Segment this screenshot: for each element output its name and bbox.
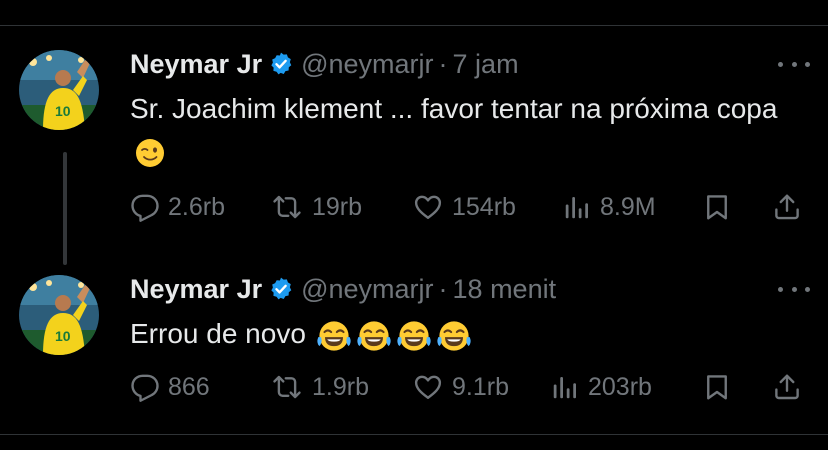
- avatar[interactable]: [19, 50, 99, 130]
- like-count: 9.1rb: [452, 372, 509, 401]
- like-icon: [412, 372, 444, 402]
- handle[interactable]: @neymarjr: [301, 49, 433, 80]
- tears-of-joy-emoji: [396, 318, 432, 354]
- tweet-header: Neymar Jr @neymarjr · 7 jam: [130, 46, 519, 82]
- bookmark-icon: [702, 192, 732, 222]
- verified-badge-icon[interactable]: [268, 51, 294, 77]
- like-button[interactable]: 9.1rb: [412, 370, 509, 404]
- views-icon: [562, 192, 592, 222]
- display-name[interactable]: Neymar Jr: [130, 274, 262, 305]
- tears-of-joy-emoji: [316, 318, 352, 354]
- like-button[interactable]: 154rb: [412, 190, 516, 224]
- bookmark-button[interactable]: [702, 190, 732, 224]
- display-name[interactable]: Neymar Jr: [130, 49, 262, 80]
- tweet-text-content: Errou de novo: [130, 318, 306, 349]
- bottom-divider: [0, 434, 828, 435]
- timestamp[interactable]: 7 jam: [453, 49, 519, 80]
- tweet-actions: 866 1.9rb 9.1rb 203rb: [130, 370, 810, 404]
- handle[interactable]: @neymarjr: [301, 274, 433, 305]
- reply-count: 866: [168, 372, 210, 401]
- more-icon[interactable]: [778, 281, 810, 297]
- thread-connector-line: [63, 152, 67, 265]
- separator-dot: ·: [438, 48, 448, 79]
- avatar-image: [19, 275, 99, 355]
- reply-icon: [130, 372, 160, 402]
- tears-of-joy-emoji: [436, 318, 472, 354]
- like-icon: [412, 192, 444, 222]
- tweet-header: Neymar Jr @neymarjr · 18 menit: [130, 271, 556, 307]
- verified-badge-icon[interactable]: [268, 276, 294, 302]
- retweet-button[interactable]: 1.9rb: [270, 370, 369, 404]
- retweet-count: 1.9rb: [312, 372, 369, 401]
- timestamp[interactable]: 18 menit: [453, 274, 557, 305]
- separator-dot: ·: [438, 273, 448, 304]
- share-icon: [772, 192, 802, 222]
- avatar-image: [19, 50, 99, 130]
- reply-button[interactable]: 2.6rb: [130, 190, 225, 224]
- retweet-count: 19rb: [312, 192, 363, 221]
- bookmark-icon: [702, 372, 732, 402]
- more-icon[interactable]: [778, 56, 810, 72]
- views-count: 8.9M: [600, 192, 656, 221]
- views-count: 203rb: [588, 372, 652, 401]
- reply-button[interactable]: 866: [130, 370, 210, 404]
- views-icon: [550, 372, 580, 402]
- retweet-icon: [270, 192, 304, 222]
- retweet-icon: [270, 372, 304, 402]
- tweet-text: Errou de novo: [130, 313, 810, 355]
- share-button[interactable]: [772, 370, 802, 404]
- share-button[interactable]: [772, 190, 802, 224]
- like-count: 154rb: [452, 192, 516, 221]
- bookmark-button[interactable]: [702, 370, 732, 404]
- reply-count: 2.6rb: [168, 192, 225, 221]
- tweet-text-content: Sr. Joachim klement ... favor tentar na …: [130, 93, 778, 124]
- retweet-button[interactable]: 19rb: [270, 190, 362, 224]
- avatar[interactable]: [19, 275, 99, 355]
- tweet-text: Sr. Joachim klement ... favor tentar na …: [130, 88, 810, 172]
- views-button[interactable]: 8.9M: [562, 190, 656, 224]
- share-icon: [772, 372, 802, 402]
- views-button[interactable]: 203rb: [550, 370, 652, 404]
- reply-icon: [130, 192, 160, 222]
- winking-face-emoji: [134, 137, 166, 169]
- tears-of-joy-emoji: [356, 318, 392, 354]
- top-divider: [0, 25, 828, 26]
- tweet-actions: 2.6rb 19rb 154rb 8.9M: [130, 190, 810, 224]
